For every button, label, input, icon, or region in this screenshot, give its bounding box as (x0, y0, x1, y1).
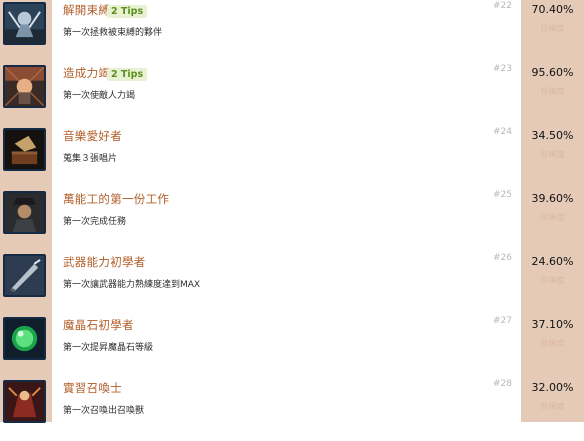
achievement-number: #26 (493, 253, 512, 263)
achievement-title[interactable]: 解開束縛 (63, 2, 110, 18)
achievement-description: 第一次提昇魔晶石等級 (63, 343, 154, 353)
achievement-title[interactable]: 實習召喚士 (63, 380, 122, 396)
achievement-description: 第一次讓武器能力熟練度達到MAX (63, 280, 201, 290)
achievement-description: 第一次完成任務 (63, 217, 127, 227)
summon-icon (3, 380, 46, 423)
sword-icon (3, 254, 46, 297)
tips-badge[interactable]: 2 Tips (107, 68, 148, 81)
achievement-description: 第一次使敵人力竭 (63, 91, 136, 101)
rarity-label: 珍稀度 (540, 150, 565, 159)
achievement-row: 武器能力初學者 第一次讓武器能力熟練度達到MAX #26 24.60% 珍稀度 (0, 252, 584, 315)
rarity-label: 珍稀度 (540, 87, 565, 96)
achievement-row: 解開束縛 2 Tips 第一次拯救被束縛的夥伴 #22 70.40% 珍稀度 (0, 0, 584, 63)
achievement-number: #24 (493, 127, 512, 137)
stagger-icon (3, 65, 46, 108)
achievement-percentage: 32.00% (531, 381, 574, 394)
achievement-description: 蒐集３張唱片 (63, 154, 118, 164)
materia-icon (3, 317, 46, 360)
achievement-row: 音樂愛好者 蒐集３張唱片 #24 34.50% 珍稀度 (0, 126, 584, 189)
achievement-title[interactable]: 魔晶石初學者 (63, 317, 134, 333)
achievement-row: 實習召喚士 第一次召喚出召喚獸 #28 32.00% 珍稀度 (0, 378, 584, 441)
rescue-icon (3, 2, 46, 45)
rarity-label: 珍稀度 (540, 213, 565, 222)
rarity-label: 珍稀度 (540, 24, 565, 33)
achievement-row: 萬能工的第一份工作 第一次完成任務 #25 39.60% 珍稀度 (0, 189, 584, 252)
achievement-percentage: 70.40% (531, 3, 574, 16)
achievement-number: #22 (493, 1, 512, 11)
rarity-label: 珍稀度 (540, 339, 565, 348)
achievement-number: #23 (493, 64, 512, 74)
achievement-percentage: 37.10% (531, 318, 574, 331)
achievement-list: 解開束縛 2 Tips 第一次拯救被束縛的夥伴 #22 70.40% 珍稀度 造… (0, 0, 584, 423)
achievement-number: #25 (493, 190, 512, 200)
achievement-percentage: 95.60% (531, 66, 574, 79)
achievement-number: #27 (493, 316, 512, 326)
mercenary-icon (3, 191, 46, 234)
achievement-title[interactable]: 萬能工的第一份工作 (63, 191, 169, 207)
achievement-description: 第一次召喚出召喚獸 (63, 406, 145, 416)
rarity-label: 珍稀度 (540, 276, 565, 285)
achievement-title[interactable]: 武器能力初學者 (63, 254, 146, 270)
tips-badge[interactable]: 2 Tips (107, 5, 148, 18)
achievement-number: #28 (493, 379, 512, 389)
achievement-title[interactable]: 音樂愛好者 (63, 128, 122, 144)
achievement-percentage: 34.50% (531, 129, 574, 142)
achievement-percentage: 39.60% (531, 192, 574, 205)
achievement-description: 第一次拯救被束縛的夥伴 (63, 28, 163, 38)
achievement-title[interactable]: 造成力竭 (63, 65, 110, 81)
rarity-label: 珍稀度 (540, 402, 565, 411)
achievement-row: 造成力竭 2 Tips 第一次使敵人力竭 #23 95.60% 珍稀度 (0, 63, 584, 126)
gramophone-icon (3, 128, 46, 171)
achievement-percentage: 24.60% (531, 255, 574, 268)
achievement-row: 魔晶石初學者 第一次提昇魔晶石等級 #27 37.10% 珍稀度 (0, 315, 584, 378)
